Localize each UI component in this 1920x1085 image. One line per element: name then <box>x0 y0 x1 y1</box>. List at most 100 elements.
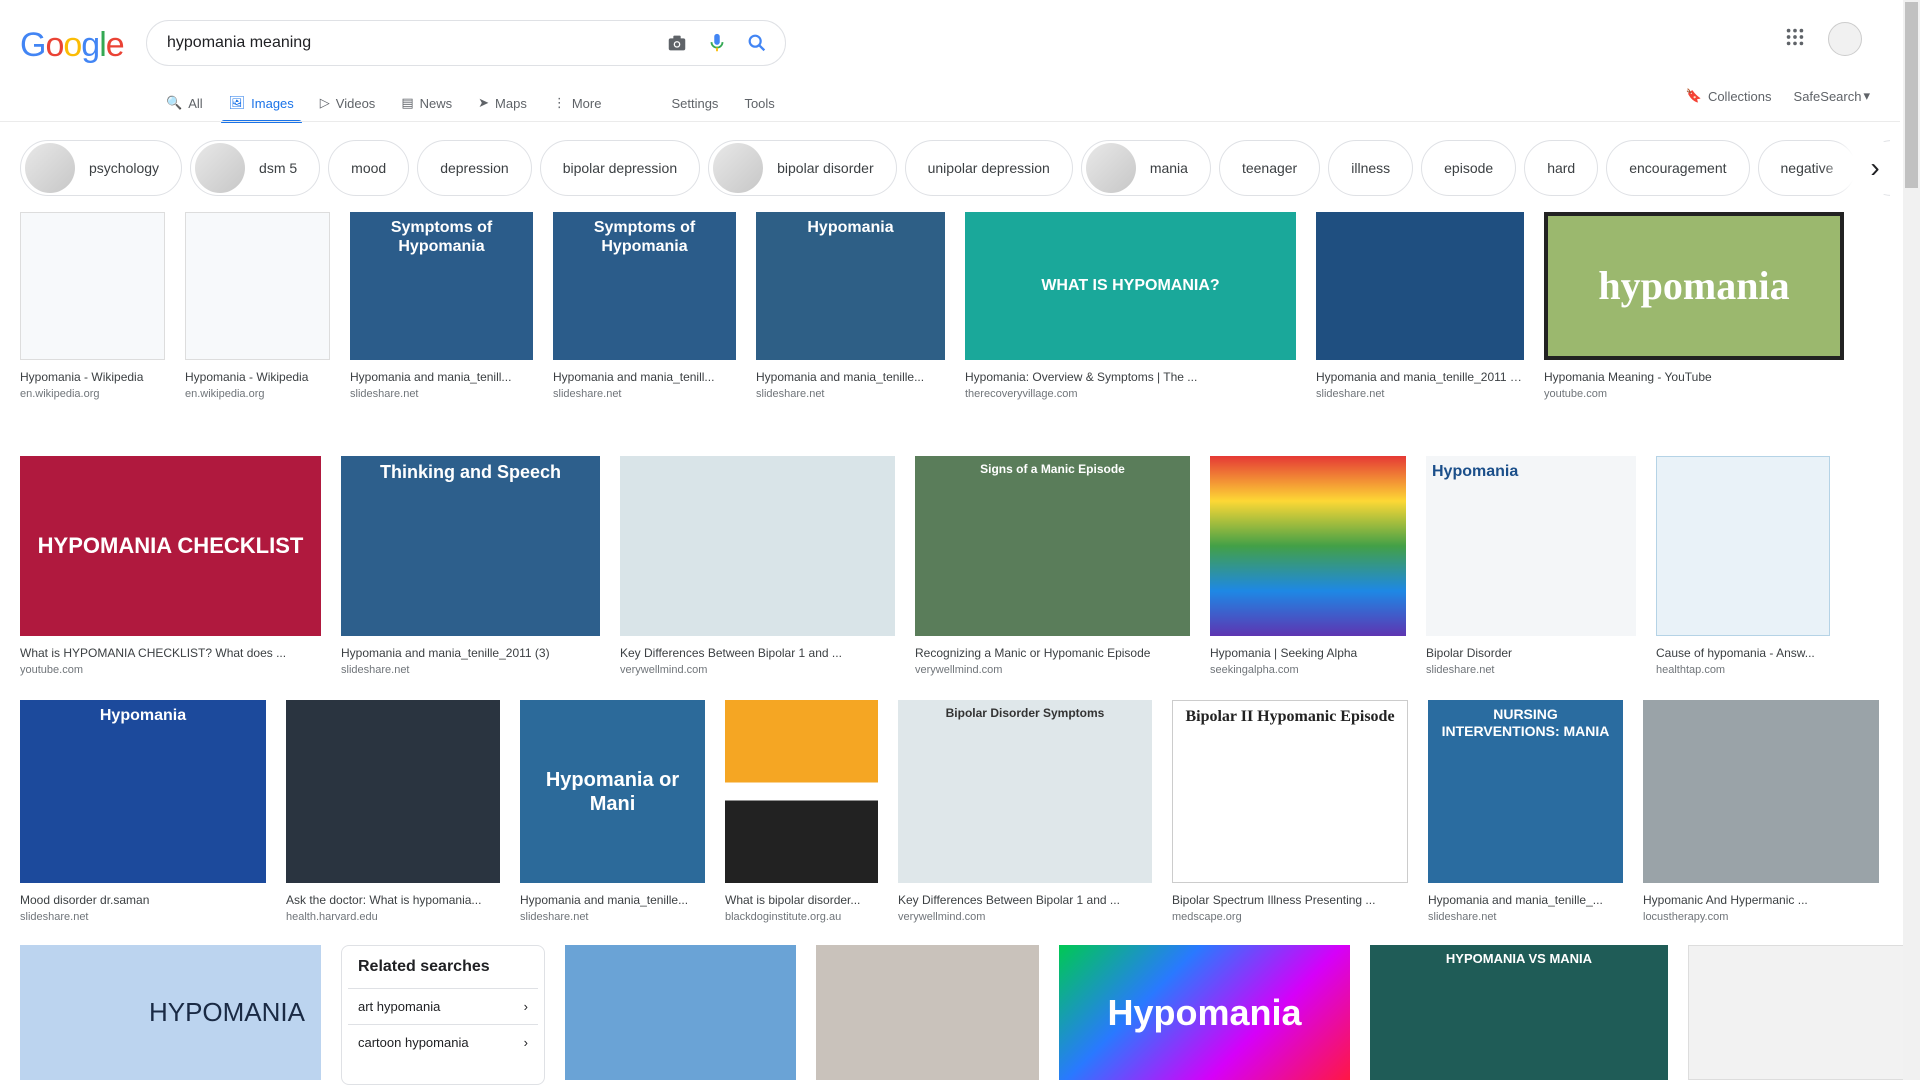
tab-videos[interactable]: ▷ Videos <box>320 84 376 122</box>
collections-link[interactable]: 🔖 Collections <box>1686 88 1772 104</box>
image-result[interactable]: Bipolar II Hypomanic Episode Bipolar Spec… <box>1172 700 1408 923</box>
image-result[interactable]: Hypomania Bipolar Disorder slideshare.net <box>1426 456 1636 676</box>
account-avatar[interactable] <box>1828 22 1862 56</box>
image-result[interactable]: Thinking and Speech Hypomania and mania_t… <box>341 456 600 676</box>
result-thumbnail <box>286 700 500 883</box>
chip-thumbnail <box>195 143 246 193</box>
result-thumbnail: Bipolar II Hypomanic Episode <box>1172 700 1408 883</box>
chip-mood[interactable]: mood <box>328 140 410 196</box>
result-thumbnail <box>725 700 878 883</box>
image-result[interactable]: hypomania Hypomania Meaning - YouTube yout… <box>1544 212 1844 400</box>
apps-grid-icon[interactable] <box>1784 26 1806 53</box>
image-result[interactable] <box>816 945 1039 1085</box>
bookmark-icon: 🔖 <box>1685 88 1702 103</box>
result-thumbnail: Hypomania <box>1426 456 1636 636</box>
google-logo[interactable]: Google <box>20 26 125 65</box>
image-result[interactable]: WHAT IS HYPOMANIA? Hypomania: Overview & … <box>965 212 1296 400</box>
safesearch-dropdown[interactable]: SafeSearch ▾ <box>1794 88 1870 104</box>
image-icon: 🖼 <box>228 95 246 110</box>
tab-news[interactable]: ▤ News <box>401 84 452 122</box>
related-search-item[interactable]: art hypomania › <box>348 988 538 1024</box>
image-result[interactable]: Ask the doctor: What is hypomania... heal… <box>286 700 500 923</box>
result-thumbnail <box>1643 700 1879 883</box>
image-result[interactable]: NURSING INTERVENTIONS: MANIA Hypomania an… <box>1428 700 1623 923</box>
image-result[interactable]: Bipolar Disorder Symptoms Key Differences… <box>898 700 1152 923</box>
image-result[interactable]: HYPOMANIA CHECKLIST What is HYPOMANIA CHE… <box>20 456 321 676</box>
image-result[interactable]: Key Differences Between Bipolar 1 and ..… <box>620 456 895 676</box>
search-icon: 🔍 <box>166 95 183 110</box>
related-searches-panel: Related searches art hypomania › cartoon … <box>341 945 545 1085</box>
image-result[interactable] <box>1688 945 1914 1085</box>
chip-mania[interactable]: mania <box>1080 140 1211 196</box>
result-thumbnail: hypomania <box>1544 212 1844 360</box>
tab-more[interactable]: ⋮ More <box>553 84 602 122</box>
result-thumbnail <box>1688 945 1914 1080</box>
image-result[interactable]: Hypomania | Seeking Alpha seekingalpha.co… <box>1210 456 1406 676</box>
chip-teenager[interactable]: teenager <box>1218 140 1321 196</box>
chip-encouragement[interactable]: encouragement <box>1606 140 1750 196</box>
tab-settings[interactable]: Settings <box>671 84 718 122</box>
chip-thumbnail <box>1085 143 1136 193</box>
image-result[interactable]: Hypomania Hypomania and mania_tenille... s… <box>756 212 945 400</box>
camera-icon[interactable] <box>657 23 697 63</box>
result-thumbnail: NURSING INTERVENTIONS: MANIA <box>1428 700 1623 883</box>
chip-episode[interactable]: episode <box>1421 140 1517 196</box>
video-icon: ▷ <box>319 95 330 110</box>
image-result[interactable]: Hypomania or Mani Hypomania and mania_ten… <box>520 700 705 923</box>
result-thumbnail: HYPOMANIA <box>20 945 321 1080</box>
tab-tools[interactable]: Tools <box>744 84 774 122</box>
image-result[interactable]: Hypomania - Wikipedia en.wikipedia.org <box>20 212 165 400</box>
more-icon: ⋮ <box>552 95 566 110</box>
search-input[interactable]: hypomania meaning <box>167 34 657 52</box>
image-result[interactable]: Signs of a Manic Episode Recognizing a Ma… <box>915 456 1190 676</box>
chip-dsm-5[interactable]: dsm 5 <box>190 140 321 196</box>
chip-thumbnail <box>713 143 764 193</box>
result-thumbnail: Symptoms of Hypomania <box>553 212 736 360</box>
chip-bipolar-disorder[interactable]: bipolar disorder <box>708 140 897 196</box>
image-result[interactable]: Hypomania and mania_tenille_2011 (3) slid… <box>1316 212 1524 400</box>
news-icon: ▤ <box>401 95 414 110</box>
image-result[interactable]: Symptoms of Hypomania Hypomania and mania… <box>350 212 533 400</box>
tab-images[interactable]: 🖼 Images <box>220 84 302 123</box>
tab-all[interactable]: 🔍 All <box>166 84 203 122</box>
chip-unipolar-depression[interactable]: unipolar depression <box>904 140 1073 196</box>
map-icon: ➤ <box>478 95 490 110</box>
chevron-right-icon: › <box>523 1035 528 1050</box>
related-search-item[interactable]: cartoon hypomania › <box>348 1024 538 1060</box>
page-scrollbar[interactable] <box>1903 0 1920 1080</box>
image-result[interactable]: Hypomania <box>1059 945 1350 1085</box>
result-thumbnail <box>20 212 165 360</box>
chevron-down-icon: ▾ <box>1863 88 1870 103</box>
result-thumbnail <box>185 212 330 360</box>
image-result[interactable]: HYPOMANIA <box>20 945 321 1085</box>
scrollbar-thumb[interactable] <box>1905 2 1918 188</box>
image-result[interactable]: Hypomania - Wikipedia en.wikipedia.org <box>185 212 330 400</box>
chevron-right-icon[interactable]: › <box>1850 140 1900 196</box>
search-icon[interactable] <box>737 23 777 63</box>
search-box[interactable]: hypomania meaning <box>146 20 786 66</box>
image-result[interactable]: Cause of hypomania - Answ... healthtap.co… <box>1656 456 1830 676</box>
result-thumbnail: Signs of a Manic Episode <box>915 456 1190 636</box>
result-thumbnail <box>1656 456 1830 636</box>
result-thumbnail <box>1316 212 1524 360</box>
result-thumbnail: Hypomania or Mani <box>520 700 705 883</box>
tab-maps[interactable]: ➤ Maps <box>478 84 527 122</box>
image-result[interactable]: Symptoms of Hypomania Hypomania and mania… <box>553 212 736 400</box>
chip-psychology[interactable]: psychology <box>20 140 183 196</box>
image-result[interactable]: Hypomania Mood disorder dr.saman slideshar… <box>20 700 266 923</box>
chip-bipolar-depression[interactable]: bipolar depression <box>539 140 701 196</box>
result-thumbnail <box>620 456 895 636</box>
image-result[interactable]: What is bipolar disorder... blackdoginsti… <box>725 700 878 923</box>
chip-depression[interactable]: depression <box>417 140 532 196</box>
result-thumbnail: Hypomania <box>20 700 266 883</box>
chip-hard[interactable]: hard <box>1524 140 1599 196</box>
image-result[interactable]: HYPOMANIA VS MANIA <box>1370 945 1668 1085</box>
chip-thumbnail <box>25 143 75 193</box>
result-thumbnail: Thinking and Speech <box>341 456 600 636</box>
image-result[interactable] <box>565 945 796 1085</box>
chip-negative[interactable]: negative <box>1757 140 1857 196</box>
chip-illness[interactable]: illness <box>1328 140 1414 196</box>
microphone-icon[interactable] <box>697 23 737 63</box>
result-thumbnail: HYPOMANIA VS MANIA <box>1370 945 1668 1080</box>
image-result[interactable]: Hypomanic And Hypermanic ... locustherapy… <box>1643 700 1879 923</box>
